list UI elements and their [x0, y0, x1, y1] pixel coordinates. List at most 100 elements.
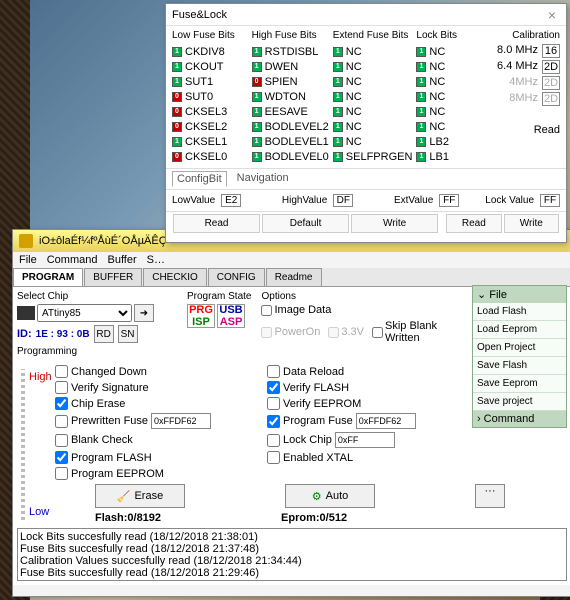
fuse-bit-value[interactable]: 1 [333, 107, 343, 117]
fuse-bit-value[interactable]: 1 [172, 77, 182, 87]
skip-blank-checkbox[interactable]: Skip Blank Written [372, 320, 467, 344]
tab-readme[interactable]: Readme [266, 268, 322, 286]
menu-command[interactable]: Command [47, 254, 98, 266]
hex-input[interactable] [151, 413, 211, 429]
side-file-header[interactable]: ⌄File [473, 286, 566, 303]
fuse-bit-value[interactable]: 1 [416, 62, 426, 72]
option-checkbox[interactable] [267, 381, 280, 394]
fuse-bit-row[interactable]: 1SELFPRGEN [333, 149, 413, 164]
fuse-bit-row[interactable]: 1LB2 [416, 134, 492, 149]
fuse-bit-row[interactable]: 1WDTON [252, 89, 329, 104]
chip-find-button[interactable]: ➜ [134, 304, 154, 322]
option-checkbox[interactable] [267, 451, 280, 464]
fuse-write-button[interactable]: Write [351, 214, 438, 233]
fuse-bit-value[interactable]: 1 [252, 107, 262, 117]
fuse-bit-row[interactable]: 1NC [416, 89, 492, 104]
fuse-bit-row[interactable]: 1BODLEVEL0 [252, 149, 329, 164]
fuse-bit-value[interactable]: 0 [252, 77, 262, 87]
fuse-bit-value[interactable]: 1 [416, 92, 426, 102]
fuse-bit-value[interactable]: 1 [252, 92, 262, 102]
tab-configbit[interactable]: ConfigBit [172, 171, 227, 187]
option-checkbox-row[interactable]: Data Reload [267, 365, 467, 378]
option-checkbox[interactable] [55, 451, 68, 464]
fuse-bit-value[interactable]: 1 [252, 137, 262, 147]
side-panel-item[interactable]: Save project [473, 393, 566, 411]
fuse-bit-value[interactable]: 1 [416, 107, 426, 117]
fuse-bit-value[interactable]: 1 [333, 137, 343, 147]
lock-read-button[interactable]: Read [446, 214, 501, 233]
fuse-bit-value[interactable]: 0 [172, 122, 182, 132]
option-checkbox[interactable] [267, 397, 280, 410]
fuse-bit-row[interactable]: 1NC [416, 44, 492, 59]
fuse-bit-row[interactable]: 0SUT0 [172, 89, 248, 104]
prg-isp-icon[interactable]: PRGISP [187, 304, 215, 328]
fuse-bit-row[interactable]: 0CKSEL3 [172, 104, 248, 119]
more-button[interactable]: ··· [475, 484, 505, 508]
fuse-read-button[interactable]: Read [173, 214, 260, 233]
tab-program[interactable]: PROGRAM [13, 268, 83, 286]
fuse-bit-value[interactable]: 1 [416, 77, 426, 87]
fuse-bit-row[interactable]: 1LB1 [416, 149, 492, 164]
fuse-bit-row[interactable]: 1CKSEL1 [172, 134, 248, 149]
option-checkbox-row[interactable]: Lock Chip [267, 432, 467, 448]
tab-config[interactable]: CONFIG [208, 268, 265, 286]
fuse-default-button[interactable]: Default [262, 214, 349, 233]
auto-button[interactable]: ⚙Auto [285, 484, 375, 508]
menu-more[interactable]: S… [147, 254, 165, 266]
fuse-bit-value[interactable]: 1 [333, 152, 343, 162]
fuse-bit-value[interactable]: 1 [172, 47, 182, 57]
side-panel-item[interactable]: Save Flash [473, 357, 566, 375]
fuse-bit-value[interactable]: 1 [333, 47, 343, 57]
tab-checkio[interactable]: CHECKIO [143, 268, 207, 286]
fuse-bit-value[interactable]: 1 [252, 152, 262, 162]
option-checkbox[interactable] [55, 415, 68, 428]
fuse-bit-value[interactable]: 1 [252, 62, 262, 72]
fuse-bit-value[interactable]: 1 [416, 137, 426, 147]
fuse-bit-row[interactable]: 1NC [416, 59, 492, 74]
option-checkbox-row[interactable]: Verify FLASH [267, 381, 467, 394]
chip-select[interactable]: ATtiny85 [37, 304, 132, 322]
side-command-header[interactable]: ›Command [473, 411, 566, 427]
fuse-bit-row[interactable]: 1CKOUT [172, 59, 248, 74]
option-checkbox-row[interactable]: Changed Down [55, 365, 255, 378]
fuse-bit-row[interactable]: 1NC [333, 119, 413, 134]
poweron-checkbox[interactable]: PowerOn [261, 320, 320, 344]
hex-input[interactable] [356, 413, 416, 429]
fuse-bit-row[interactable]: 1NC [416, 74, 492, 89]
3v3-checkbox[interactable]: 3.3V [328, 320, 364, 344]
option-checkbox-row[interactable]: Blank Check [55, 432, 255, 448]
side-panel-item[interactable]: Open Project [473, 339, 566, 357]
option-checkbox[interactable] [55, 381, 68, 394]
extvalue-input[interactable]: FF [439, 194, 459, 207]
fuse-bit-value[interactable]: 1 [333, 62, 343, 72]
side-panel-item[interactable]: Save Eeprom [473, 375, 566, 393]
fuse-bit-row[interactable]: 1CKDIV8 [172, 44, 248, 59]
menu-file[interactable]: File [19, 254, 37, 266]
fuse-bit-value[interactable]: 1 [172, 62, 182, 72]
option-checkbox[interactable] [267, 415, 280, 428]
fuse-bit-value[interactable]: 1 [416, 47, 426, 57]
fuse-bit-row[interactable]: 1BODLEVEL2 [252, 119, 329, 134]
fuse-bit-value[interactable]: 0 [172, 152, 182, 162]
fuse-bit-row[interactable]: 1NC [416, 104, 492, 119]
highvalue-input[interactable]: DF [333, 194, 353, 207]
tab-buffer[interactable]: BUFFER [84, 268, 142, 286]
fuse-bit-row[interactable]: 1RSTDISBL [252, 44, 329, 59]
close-icon[interactable]: × [544, 7, 560, 23]
fuse-bit-value[interactable]: 1 [172, 137, 182, 147]
fuse-bit-row[interactable]: 1NC [416, 119, 492, 134]
fuse-bit-value[interactable]: 1 [333, 92, 343, 102]
fuse-bit-value[interactable]: 1 [416, 152, 426, 162]
sn-button[interactable]: SN [118, 325, 138, 343]
option-checkbox[interactable] [55, 467, 68, 480]
option-checkbox-row[interactable]: Verify EEPROM [267, 397, 467, 410]
fuse-bit-value[interactable]: 1 [333, 122, 343, 132]
option-checkbox-row[interactable]: Chip Erase [55, 397, 255, 410]
lowvalue-input[interactable]: E2 [221, 194, 241, 207]
fuse-bit-row[interactable]: 1NC [333, 134, 413, 149]
side-panel-item[interactable]: Load Eeprom [473, 321, 566, 339]
fuse-bit-value[interactable]: 1 [333, 77, 343, 87]
fuse-bit-row[interactable]: 1NC [333, 89, 413, 104]
log-area[interactable]: Lock Bits succesfully read (18/12/2018 2… [17, 528, 567, 581]
option-checkbox-row[interactable]: Enabled XTAL [267, 451, 467, 464]
